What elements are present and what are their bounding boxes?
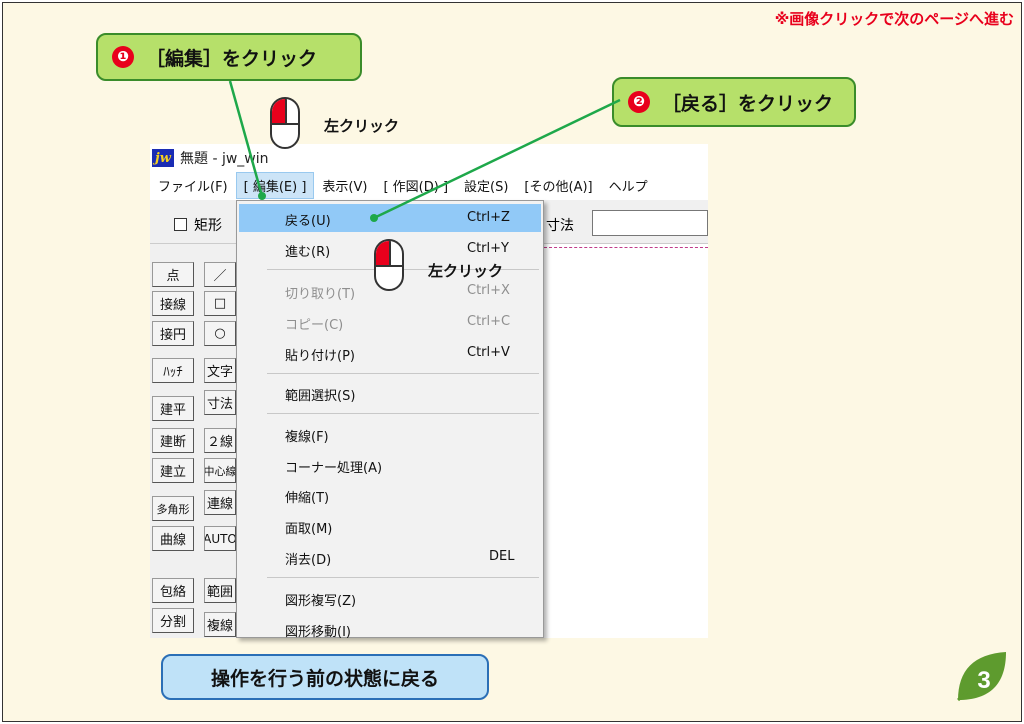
callout-connectors <box>228 80 621 222</box>
connector-step-1-dot <box>258 192 266 200</box>
page-number: 3 <box>977 667 990 694</box>
connector-step-2-dot <box>370 214 378 222</box>
left-click-label: 左クリック <box>428 262 504 280</box>
mouse-left-click-icon <box>374 239 404 291</box>
bottom-caption: 操作を行う前の状態に戻る <box>161 654 489 700</box>
connector-step-1 <box>228 80 264 197</box>
connector-step-2 <box>373 98 621 220</box>
left-click-label: 左クリック <box>324 117 400 135</box>
leaf-page-number-icon: 3 <box>957 652 1006 702</box>
mouse-left-click-icon <box>270 97 300 149</box>
